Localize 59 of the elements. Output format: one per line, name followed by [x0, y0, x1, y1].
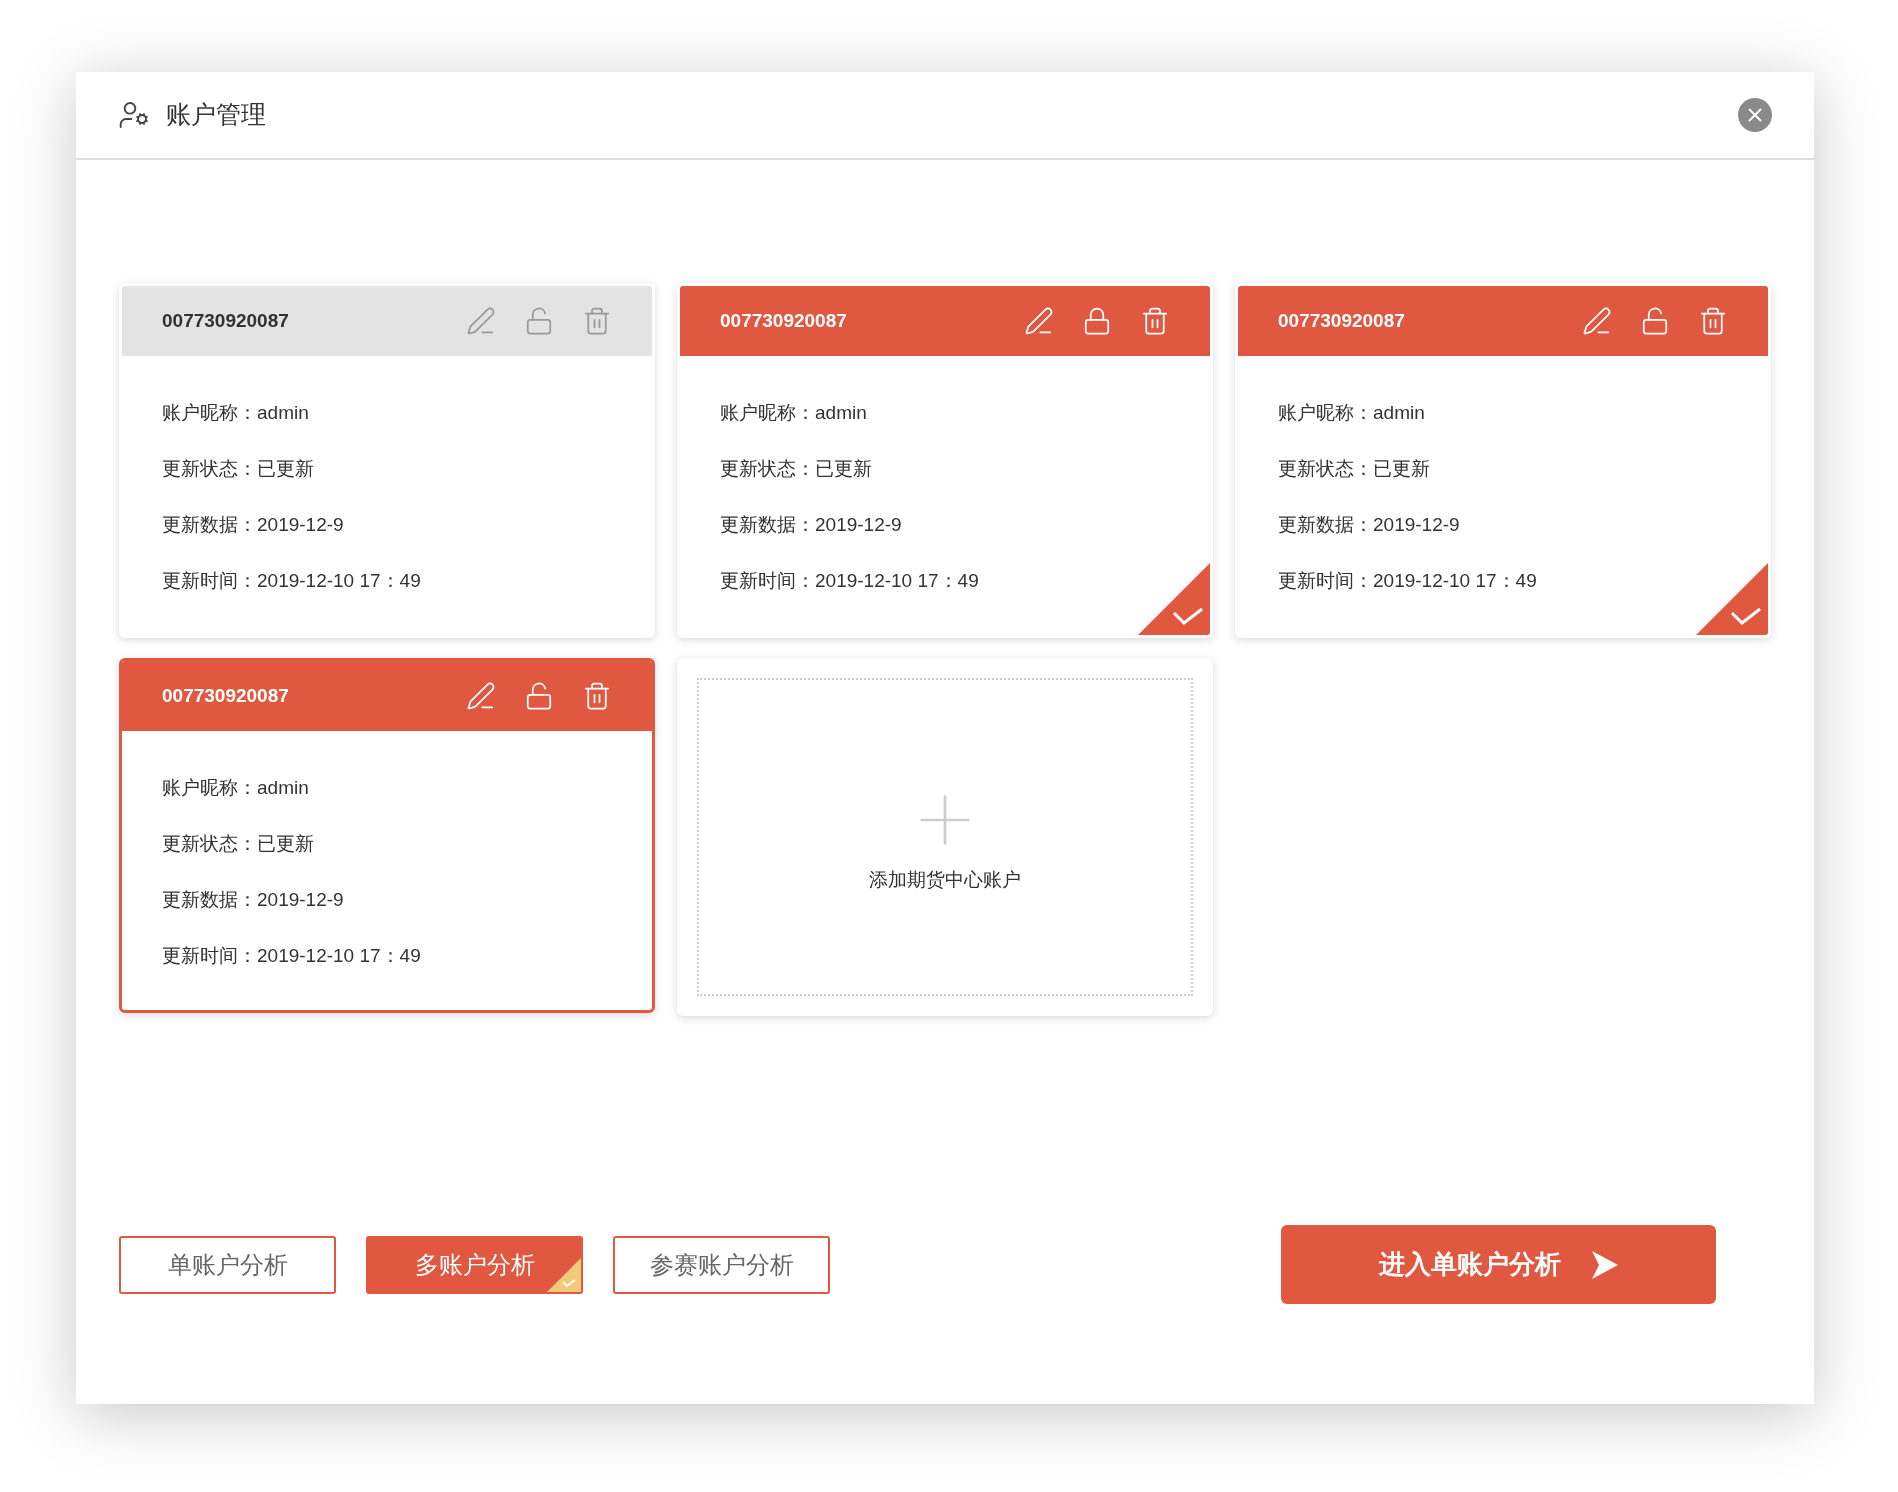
add-account-label: 添加期货中心账户 [869, 867, 1021, 892]
account-card[interactable]: 007730920087 账户昵称：admin 更新状态：已更新 更新数据：2019-12-9 更新时间：2019-12-10 17：49 [119, 658, 655, 1013]
field-value: 已更新 [257, 457, 314, 481]
field-value: 2019-12-9 [257, 888, 344, 912]
mode-tab[interactable]: 多账户分析 [366, 1235, 583, 1294]
field-value: 已更新 [257, 832, 314, 856]
field-value: 2019-12-10 17：49 [257, 569, 421, 593]
user-settings-icon [118, 99, 150, 131]
field-value: 2019-12-9 [815, 513, 902, 537]
window-title: 账户管理 [166, 99, 267, 131]
mode-tab[interactable]: 单账户分析 [119, 1235, 336, 1294]
field-label: 更新状态： [162, 457, 257, 481]
field-label: 账户昵称： [162, 401, 257, 425]
field-value: 2019-12-10 17：49 [1373, 569, 1537, 593]
account-card[interactable]: 007730920087 账户昵称：admin 更新状态：已更新 更新数据：2019-12-9 更新时间：2019-12-10 17：49 [119, 283, 655, 638]
unlock-icon[interactable] [524, 306, 554, 336]
delete-icon[interactable] [1698, 306, 1728, 336]
field-value: admin [1373, 401, 1425, 425]
field-value: 已更新 [1373, 457, 1430, 481]
field-label: 更新时间： [162, 944, 257, 968]
account-card[interactable]: 007730920087 账户昵称：admin 更新状态：已更新 更新数据：2019-12-9 更新时间：2019-12-10 17：49 [677, 283, 1213, 638]
check-corner-icon [547, 1257, 581, 1292]
delete-icon[interactable] [1140, 306, 1170, 336]
field-label: 更新时间： [1278, 569, 1373, 593]
field-label: 更新数据： [1278, 513, 1373, 537]
field-label: 更新状态： [162, 832, 257, 856]
account-number: 007730920087 [162, 683, 290, 708]
field-label: 更新时间： [720, 569, 815, 593]
field-label: 账户昵称： [1278, 401, 1373, 425]
field-label: 更新状态： [720, 457, 815, 481]
field-value: 2019-12-10 17：49 [257, 944, 421, 968]
field-value: admin [815, 401, 867, 425]
mode-tab[interactable]: 参赛账户分析 [613, 1235, 830, 1294]
account-card[interactable]: 007730920087 账户昵称：admin 更新状态：已更新 更新数据：2019-12-9 更新时间：2019-12-10 17：49 [1235, 283, 1771, 638]
unlock-icon[interactable] [524, 681, 554, 711]
account-number: 007730920087 [162, 308, 290, 333]
field-label: 更新数据： [162, 513, 257, 537]
account-number: 007730920087 [1278, 308, 1406, 333]
edit-icon[interactable] [466, 306, 496, 336]
field-value: 2019-12-9 [1373, 513, 1460, 537]
field-value: 已更新 [815, 457, 872, 481]
field-label: 更新状态： [1278, 457, 1373, 481]
field-value: 2019-12-9 [257, 513, 344, 537]
add-account-card[interactable]: 添加期货中心账户 [677, 658, 1213, 1016]
enter-analysis-button[interactable]: 进入单账户分析 [1281, 1225, 1716, 1304]
close-button[interactable] [1738, 98, 1772, 132]
delete-icon[interactable] [582, 681, 612, 711]
field-label: 更新时间： [162, 569, 257, 593]
field-value: 2019-12-10 17：49 [815, 569, 979, 593]
field-label: 账户昵称： [162, 776, 257, 800]
delete-icon[interactable] [582, 306, 612, 336]
field-value: admin [257, 401, 309, 425]
field-label: 账户昵称： [720, 401, 815, 425]
field-label: 更新数据： [720, 513, 815, 537]
unlock-icon[interactable] [1640, 306, 1670, 336]
lock-icon[interactable] [1082, 306, 1112, 336]
field-label: 更新数据： [162, 888, 257, 912]
field-value: admin [257, 776, 309, 800]
account-number: 007730920087 [720, 308, 848, 333]
